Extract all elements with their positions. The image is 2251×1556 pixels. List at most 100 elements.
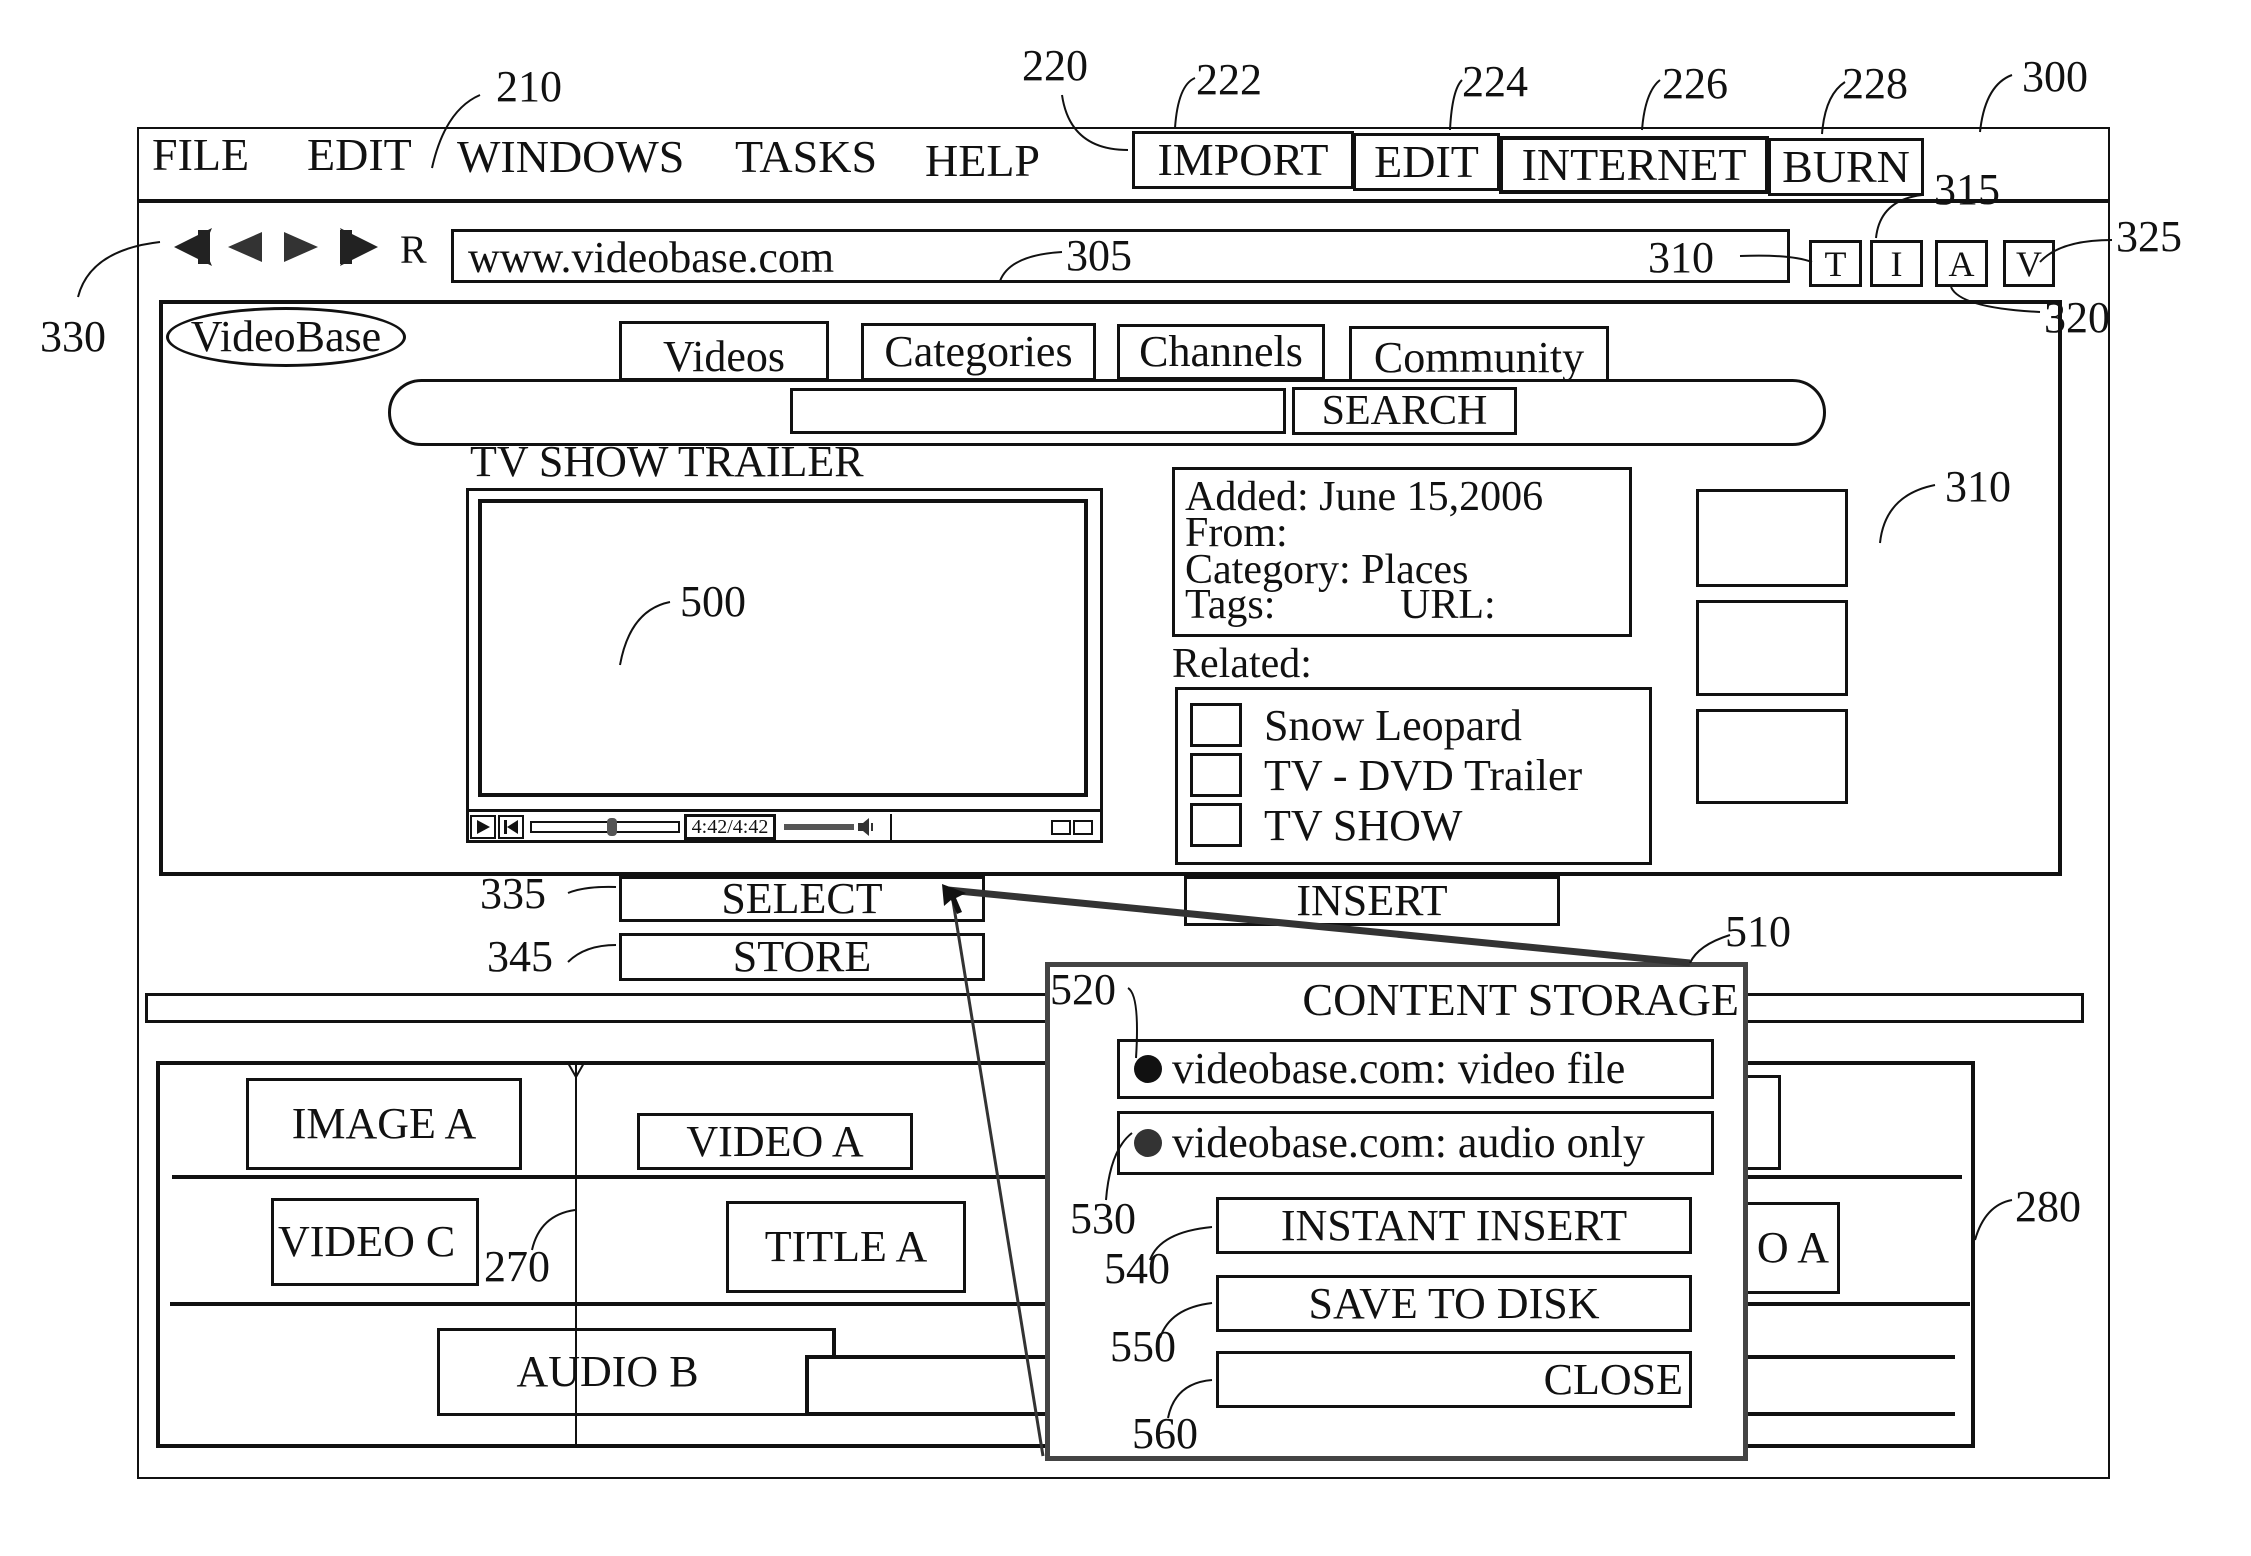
search-input[interactable]: [790, 388, 1286, 434]
related-label: Related:: [1172, 641, 1312, 687]
controls-divider: [890, 814, 892, 842]
volume-slider[interactable]: [784, 824, 854, 830]
menu-windows[interactable]: WINDOWS: [457, 134, 684, 180]
content-storage-dialog: CONTENT STORAGE videobase.com: video fil…: [1045, 962, 1748, 1461]
info-from: From:: [1185, 510, 1288, 556]
thumbnail-2[interactable]: [1696, 600, 1848, 696]
window-mode-button[interactable]: [1051, 820, 1071, 835]
mode-button-v[interactable]: V: [2003, 240, 2055, 287]
menu-edit[interactable]: EDIT: [307, 132, 412, 178]
playhead-marker-icon[interactable]: [566, 1062, 586, 1080]
radio-icon: [1134, 1129, 1162, 1157]
url-text: www.videobase.com: [468, 233, 835, 282]
storage-option-label: videobase.com: audio only: [1172, 1118, 1645, 1167]
related-item[interactable]: TV - DVD Trailer: [1190, 750, 1649, 800]
leader-222: [1174, 77, 1196, 129]
related-item[interactable]: Snow Leopard: [1190, 700, 1649, 750]
tab-community[interactable]: Community: [1349, 326, 1609, 382]
site-logo[interactable]: VideoBase: [166, 307, 406, 367]
nav-last-button[interactable]: [338, 228, 378, 266]
related-item[interactable]: TV SHOW: [1190, 800, 1649, 850]
leader-300: [1979, 74, 2013, 133]
leader-224: [1449, 79, 1463, 131]
select-button[interactable]: SELECT: [619, 876, 985, 922]
radio-selected-icon: [1134, 1055, 1162, 1083]
ref-300: 300: [2022, 52, 2088, 101]
time-display: 4:42/4:42: [684, 814, 776, 840]
menu-file[interactable]: FILE: [152, 132, 249, 178]
related-thumb: [1190, 703, 1242, 747]
nav-back-button[interactable]: [228, 232, 264, 262]
play-icon: [477, 820, 490, 834]
clip-image-a[interactable]: IMAGE A: [246, 1078, 522, 1170]
volume-icon[interactable]: [858, 818, 874, 836]
thumbnail-1[interactable]: [1696, 489, 1848, 587]
mode-button-t[interactable]: T: [1809, 240, 1862, 287]
skip-back-icon: [504, 820, 518, 834]
forward-icon: [284, 232, 318, 262]
clip-audio-b[interactable]: AUDIO B: [437, 1328, 835, 1416]
ref-325: 325: [2116, 212, 2182, 261]
clip-partial[interactable]: O A: [1735, 1202, 1840, 1294]
ref-210: 210: [496, 62, 562, 111]
leader-226: [1641, 79, 1661, 131]
video-info: Added: June 15,2006 From: Category: Plac…: [1172, 467, 1632, 637]
insert-button[interactable]: INSERT: [1184, 876, 1560, 926]
burn-button[interactable]: BURN: [1768, 138, 1924, 196]
thumbnail-3[interactable]: [1696, 709, 1848, 804]
back-icon: [228, 232, 262, 262]
nav-forward-button[interactable]: [282, 232, 318, 262]
ref-224: 224: [1462, 57, 1528, 106]
ref-540: 540: [1104, 1244, 1170, 1293]
ref-560: 560: [1132, 1409, 1198, 1458]
ref-345: 345: [487, 932, 553, 981]
tab-videos[interactable]: Videos: [619, 321, 829, 381]
seek-thumb[interactable]: [606, 818, 617, 836]
save-to-disk-button[interactable]: SAVE TO DISK: [1216, 1275, 1692, 1332]
mode-button-a[interactable]: A: [1935, 240, 1988, 287]
info-tags: Tags:: [1185, 582, 1276, 628]
ref-222: 222: [1196, 55, 1262, 104]
import-button[interactable]: IMPORT: [1132, 131, 1354, 189]
menu-tasks[interactable]: TASKS: [735, 134, 877, 180]
related-thumb: [1190, 753, 1242, 797]
video-screen[interactable]: [478, 499, 1088, 797]
info-url: URL:: [1400, 582, 1496, 628]
rewind-button[interactable]: [498, 815, 524, 839]
ref-510: 510: [1725, 907, 1791, 956]
edit-mode-button[interactable]: EDIT: [1353, 133, 1500, 191]
tab-channels[interactable]: Channels: [1117, 324, 1325, 380]
related-thumb: [1190, 803, 1242, 847]
tab-categories[interactable]: Categories: [861, 323, 1096, 381]
ref-315: 315: [1934, 165, 2000, 214]
ref-220: 220: [1022, 41, 1088, 90]
close-button[interactable]: CLOSE: [1216, 1351, 1692, 1408]
clip-title-a[interactable]: TITLE A: [726, 1201, 966, 1293]
instant-insert-button[interactable]: INSTANT INSERT: [1216, 1197, 1692, 1254]
related-item-label: TV SHOW: [1264, 800, 1463, 850]
ref-305: 305: [1066, 231, 1132, 280]
refresh-button[interactable]: R: [400, 230, 427, 270]
player-controls: 4:42/4:42: [466, 809, 1103, 842]
ref-530: 530: [1070, 1194, 1136, 1243]
ref-270: 270: [484, 1242, 550, 1291]
dialog-title: CONTENT STORAGE: [1302, 974, 1739, 1025]
internet-button[interactable]: INTERNET: [1499, 136, 1769, 194]
menu-help[interactable]: HELP: [925, 138, 1040, 184]
clip-video-a[interactable]: VIDEO A: [637, 1113, 913, 1170]
playhead[interactable]: [575, 1063, 577, 1447]
nav-first-button[interactable]: [174, 228, 214, 266]
mode-button-i[interactable]: I: [1870, 240, 1923, 287]
fullscreen-button[interactable]: [1073, 820, 1093, 835]
play-button[interactable]: [470, 815, 496, 839]
storage-option-video[interactable]: videobase.com: video file: [1117, 1039, 1714, 1099]
ref-226: 226: [1662, 59, 1728, 108]
search-button[interactable]: SEARCH: [1292, 387, 1517, 435]
storage-option-label: videobase.com: video file: [1172, 1044, 1626, 1093]
storage-option-audio[interactable]: videobase.com: audio only: [1117, 1111, 1714, 1175]
store-button[interactable]: STORE: [619, 933, 985, 981]
ref-228: 228: [1842, 59, 1908, 108]
seek-bar[interactable]: [530, 818, 680, 836]
related-item-label: TV - DVD Trailer: [1264, 750, 1583, 800]
clip-video-c[interactable]: VIDEO C: [271, 1198, 479, 1286]
